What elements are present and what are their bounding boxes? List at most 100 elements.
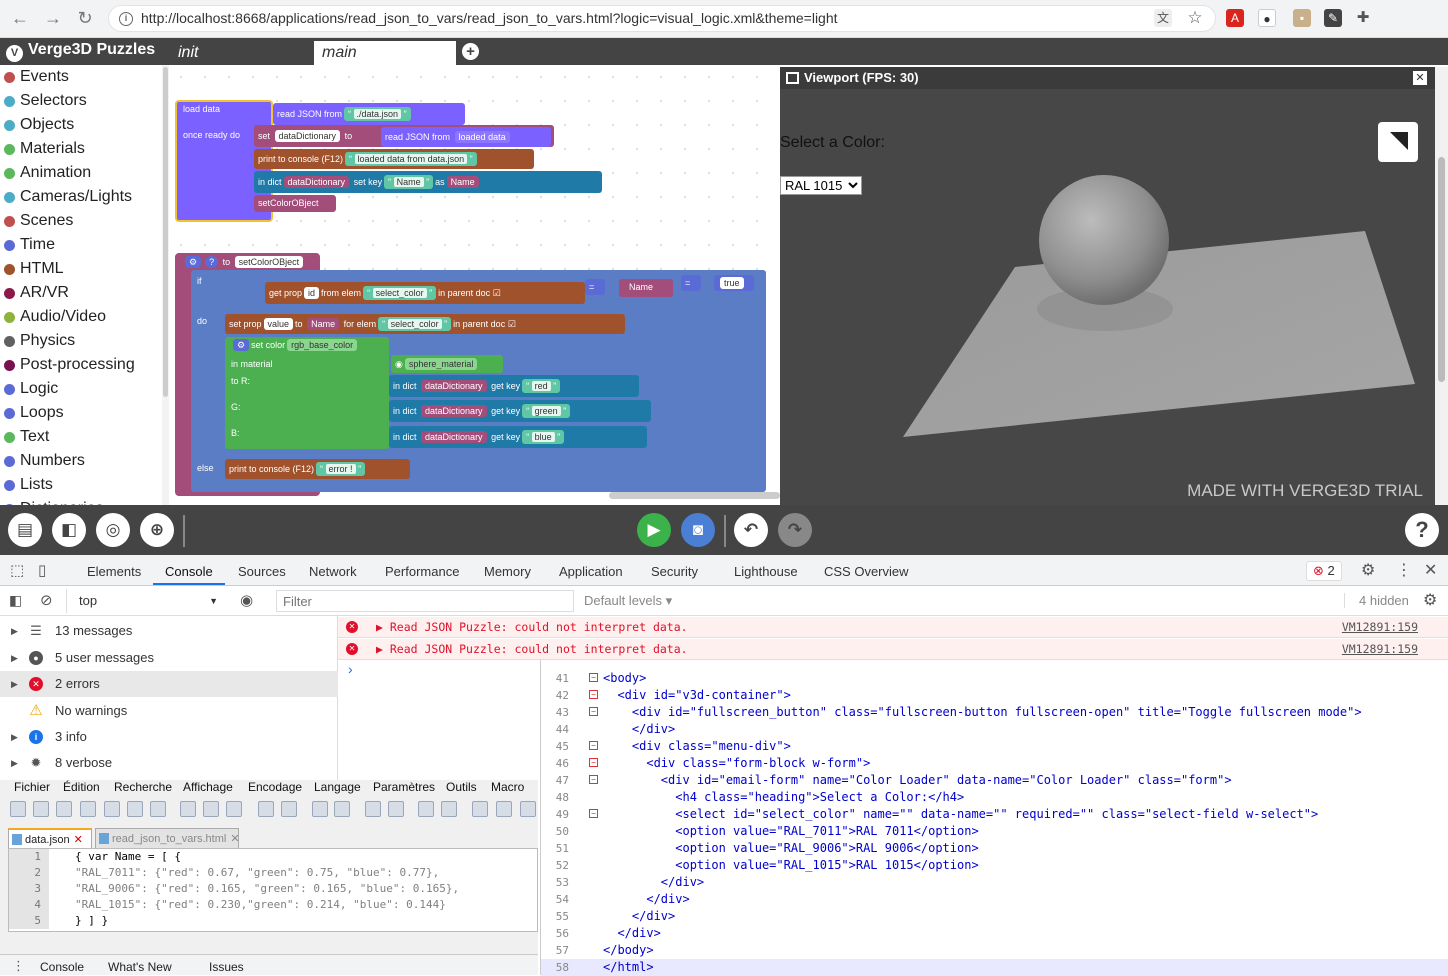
inspect-icon[interactable]: ⬚ bbox=[10, 561, 24, 579]
toolbar-tool-icon[interactable] bbox=[312, 801, 328, 817]
address-bar[interactable]: i http://localhost:8668/applications/rea… bbox=[108, 5, 1216, 32]
category-numbers[interactable]: Numbers bbox=[0, 449, 162, 473]
drawer-tab-whats-new[interactable]: What's New bbox=[108, 960, 172, 974]
source-link[interactable]: VM12891:159 bbox=[1342, 617, 1418, 638]
tab-sources[interactable]: Sources bbox=[238, 564, 286, 579]
menu-item-0[interactable]: Fichier bbox=[14, 780, 50, 794]
name-var[interactable]: Name bbox=[619, 279, 673, 297]
category-dictionaries[interactable]: Dictionaries bbox=[0, 497, 162, 505]
camera-icon[interactable]: ◎ bbox=[96, 513, 130, 547]
toolbar-tool-icon[interactable] bbox=[418, 801, 434, 817]
console-prompt[interactable]: › bbox=[348, 661, 353, 677]
category-audio-video[interactable]: Audio/Video bbox=[0, 305, 162, 329]
pin-extension-icon[interactable]: ● bbox=[1258, 9, 1276, 27]
sidebar-errors[interactable]: ▶ ✕ 2 errors bbox=[0, 671, 338, 697]
tab-init[interactable]: init bbox=[170, 41, 310, 65]
menu-item-6[interactable]: Paramètres bbox=[373, 780, 435, 794]
toolbar-tool-icon[interactable] bbox=[365, 801, 381, 817]
toolbar-tool-icon[interactable] bbox=[496, 801, 512, 817]
source-link[interactable]: VM12891:159 bbox=[1342, 639, 1418, 660]
tab-application[interactable]: Application bbox=[559, 564, 623, 579]
category-logic[interactable]: Logic bbox=[0, 377, 162, 401]
fold-icon[interactable]: − bbox=[589, 775, 598, 784]
tab-performance[interactable]: Performance bbox=[385, 564, 459, 579]
material-selector[interactable]: ◉ sphere_material bbox=[391, 355, 503, 373]
fold-icon[interactable]: − bbox=[589, 758, 598, 767]
sidebar-verbose[interactable]: ▶ ✹ 8 verbose bbox=[0, 750, 338, 776]
tab-css-overview[interactable]: CSS Overview bbox=[824, 564, 909, 579]
category-ar-vr[interactable]: AR/VR bbox=[0, 281, 162, 305]
category-text[interactable]: Text bbox=[0, 425, 162, 449]
more-options-icon[interactable]: ⋮ bbox=[1396, 560, 1412, 580]
toolbar-tool-icon[interactable] bbox=[150, 801, 166, 817]
sidebar-user-messages[interactable]: ▶ ● 5 user messages bbox=[0, 645, 338, 671]
extensions-puzzle-icon[interactable]: ✚ bbox=[1354, 9, 1372, 27]
html-code-view[interactable]: 41− <body> 42− <div id="v3d-container"> 43−… bbox=[540, 660, 1448, 976]
toolbar-tool-icon[interactable] bbox=[472, 801, 488, 817]
menu-item-3[interactable]: Affichage bbox=[183, 780, 233, 794]
category-post-processing[interactable]: Post-processing bbox=[0, 353, 162, 377]
toolbar-tool-icon[interactable] bbox=[104, 801, 120, 817]
toolbar-tool-icon[interactable] bbox=[388, 801, 404, 817]
menu-item-2[interactable]: Recherche bbox=[114, 780, 172, 794]
device-toggle-icon[interactable]: ▯ bbox=[38, 561, 46, 579]
redo-icon[interactable]: ↷ bbox=[778, 513, 812, 547]
category-time[interactable]: Time bbox=[0, 233, 162, 257]
sidebar-info[interactable]: ▶ i 3 info bbox=[0, 724, 338, 750]
print-error-block[interactable]: print to console (F12) “ error ! ” bbox=[225, 459, 410, 479]
log-levels-select[interactable]: Default levels ▾ bbox=[584, 593, 672, 609]
menu-item-8[interactable]: Macro bbox=[491, 780, 524, 794]
category-events[interactable]: Events bbox=[0, 65, 162, 89]
toolbar-tool-icon[interactable] bbox=[226, 801, 242, 817]
fold-icon[interactable]: − bbox=[589, 690, 598, 699]
tab-network[interactable]: Network bbox=[309, 564, 357, 579]
toolbar-tool-icon[interactable] bbox=[80, 801, 96, 817]
undo-icon[interactable]: ↶ bbox=[734, 513, 768, 547]
toolbar-tool-icon[interactable] bbox=[56, 801, 72, 817]
panel-icon[interactable]: ◧ bbox=[52, 513, 86, 547]
error-counter[interactable]: ⊗ 2 bbox=[1306, 561, 1342, 581]
run-icon[interactable]: ▶ bbox=[637, 513, 671, 547]
eyedropper-extension-icon[interactable]: ✎ bbox=[1324, 9, 1342, 27]
equals-op[interactable]: = bbox=[585, 279, 605, 295]
tab-read-json-html[interactable]: read_json_to_vars.html ✕ bbox=[95, 828, 240, 848]
notepad-editor[interactable]: 1 { var Name = [ {2 "RAL_7011": {"red": 0.… bbox=[8, 848, 538, 932]
dict-get-red[interactable]: in dict dataDictionary get key “ red ” bbox=[389, 375, 639, 397]
settings-gear-icon[interactable]: ⚙ bbox=[1361, 560, 1375, 580]
fold-icon[interactable]: − bbox=[589, 741, 598, 750]
clear-console-icon[interactable]: ⊘ bbox=[40, 591, 53, 609]
crosshair-icon[interactable]: ⊕ bbox=[140, 513, 174, 547]
close-devtools-icon[interactable]: ✕ bbox=[1424, 560, 1437, 580]
console-error-row[interactable]: ✕ ▶ Read JSON Puzzle: could not interpret… bbox=[338, 639, 1448, 660]
sidebar-warnings[interactable]: ⚠ No warnings bbox=[0, 698, 338, 724]
drawer-tab-console[interactable]: Console bbox=[40, 960, 84, 974]
menu-item-4[interactable]: Encodage bbox=[248, 780, 302, 794]
set-prop-block[interactable]: set prop value to Name for elem “ select_co… bbox=[225, 314, 625, 334]
eye-icon[interactable]: ◉ bbox=[240, 591, 253, 609]
categories-scrollbar[interactable] bbox=[162, 65, 169, 505]
puzzle-workspace[interactable]: load data once ready do read JSON from “ … bbox=[169, 65, 780, 505]
extension-icon[interactable]: ▪ bbox=[1293, 9, 1311, 27]
workspace-h-scrollbar[interactable] bbox=[609, 492, 780, 499]
toolbar-tool-icon[interactable] bbox=[258, 801, 274, 817]
drawer-menu-icon[interactable]: ⋮ bbox=[12, 958, 25, 974]
toolbar-tool-icon[interactable] bbox=[180, 801, 196, 817]
print-console-block[interactable]: print to console (F12) “ loaded data fro… bbox=[254, 149, 534, 169]
true-value[interactable]: true bbox=[714, 275, 754, 291]
toolbar-tool-icon[interactable] bbox=[281, 801, 297, 817]
call-setcolor-block[interactable]: setColorOBject bbox=[254, 195, 336, 212]
category-physics[interactable]: Physics bbox=[0, 329, 162, 353]
tab-memory[interactable]: Memory bbox=[484, 564, 531, 579]
equals-op-2[interactable]: = bbox=[681, 275, 701, 291]
context-select[interactable]: top ▼ bbox=[66, 589, 226, 613]
fold-icon[interactable]: − bbox=[589, 809, 598, 818]
category-materials[interactable]: Materials bbox=[0, 137, 162, 161]
library-icon[interactable]: ▤ bbox=[8, 513, 42, 547]
reload-icon[interactable]: ↻ bbox=[74, 8, 96, 29]
color-select[interactable]: RAL 1015 bbox=[780, 176, 862, 195]
tab-lighthouse[interactable]: Lighthouse bbox=[734, 564, 798, 579]
menu-item-7[interactable]: Outils bbox=[446, 780, 477, 794]
tab-main[interactable]: main bbox=[314, 41, 456, 65]
bookmark-star-icon[interactable]: ☆ bbox=[1186, 9, 1204, 27]
category-cameras-lights[interactable]: Cameras/Lights bbox=[0, 185, 162, 209]
